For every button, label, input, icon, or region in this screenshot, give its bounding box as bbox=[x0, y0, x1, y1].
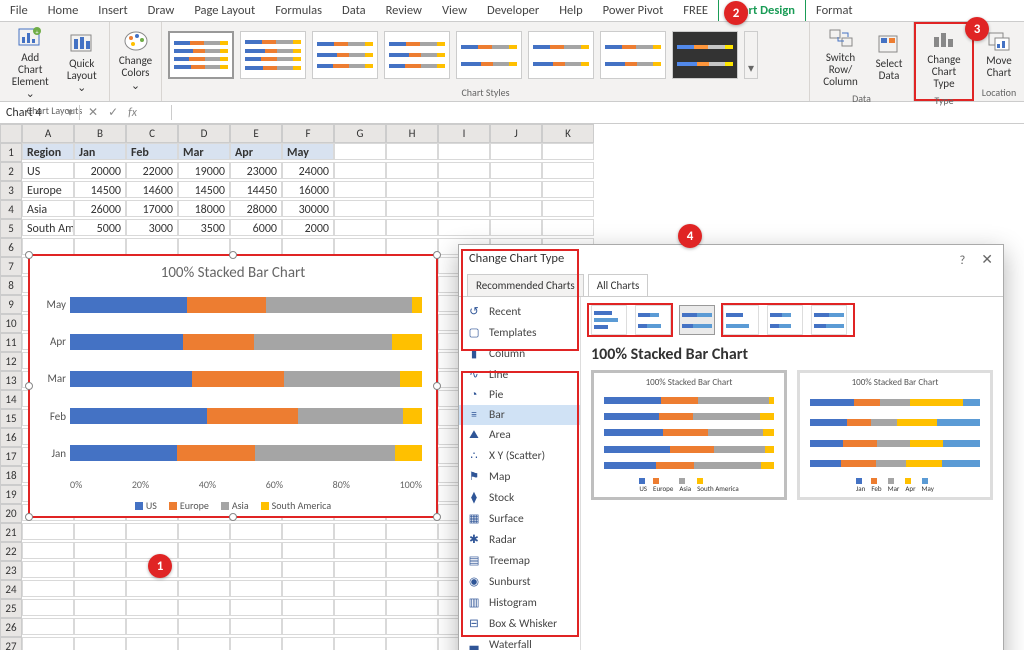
formula-bar: Chart 4▾ ✕ ✓ fx bbox=[0, 102, 1024, 124]
tab-recommended-charts[interactable]: Recommended Charts bbox=[467, 274, 584, 296]
type-surface[interactable]: ▦Surface bbox=[459, 508, 580, 529]
change-type-icon bbox=[930, 28, 958, 52]
subtype-title: 100% Stacked Bar Chart bbox=[591, 345, 993, 364]
group-location: Location bbox=[980, 84, 1018, 99]
subtype-clustered-bar[interactable] bbox=[591, 305, 627, 335]
group-type: Type bbox=[922, 92, 966, 107]
legend[interactable]: USEuropeAsiaSouth America bbox=[30, 493, 436, 512]
switch-icon bbox=[827, 26, 855, 50]
palette-icon bbox=[122, 29, 150, 53]
tab-file[interactable]: File bbox=[0, 0, 38, 21]
style-7[interactable] bbox=[600, 31, 666, 79]
type-waterfall[interactable]: ▃Waterfall bbox=[459, 634, 580, 650]
switch-row-column-button[interactable]: Switch Row/ Column bbox=[816, 24, 865, 90]
chart-title[interactable]: 100% Stacked Bar Chart bbox=[30, 256, 436, 286]
add-chart-element-button[interactable]: + Add Chart Element ⌄ bbox=[6, 24, 54, 102]
tab-formulas[interactable]: Formulas bbox=[265, 0, 332, 21]
subtype-3d-clustered-bar[interactable] bbox=[723, 305, 759, 335]
type-pie[interactable]: ◔Pie bbox=[459, 385, 580, 405]
subtype-stacked-bar[interactable] bbox=[635, 305, 671, 335]
tab-powerpivot[interactable]: Power Pivot bbox=[593, 0, 674, 21]
style-8[interactable] bbox=[672, 31, 738, 79]
type-line[interactable]: ∿Line bbox=[459, 364, 580, 385]
ribbon-tabs: File Home Insert Draw Page Layout Formul… bbox=[0, 0, 1024, 22]
subtype-100-stacked-bar[interactable] bbox=[679, 305, 715, 335]
confirm-icon[interactable]: ✓ bbox=[108, 105, 118, 120]
callout-1: 1 bbox=[148, 554, 172, 578]
tab-developer[interactable]: Developer bbox=[477, 0, 549, 21]
preview-row: 100% Stacked Bar Chart USEuropeAsiaSouth… bbox=[591, 370, 993, 500]
tab-draw[interactable]: Draw bbox=[138, 0, 185, 21]
resize-handle[interactable] bbox=[229, 251, 237, 259]
resize-handle[interactable] bbox=[433, 251, 441, 259]
dialog-title: Change Chart Type bbox=[469, 251, 564, 268]
type-stock[interactable]: ⧫Stock bbox=[459, 487, 580, 508]
type-histogram[interactable]: ▥Histogram bbox=[459, 592, 580, 613]
style-5[interactable] bbox=[456, 31, 522, 79]
chart-element-icon: + bbox=[16, 26, 44, 50]
type-boxwhisker[interactable]: ⊟Box & Whisker bbox=[459, 613, 580, 634]
style-3[interactable] bbox=[312, 31, 378, 79]
style-1[interactable] bbox=[168, 31, 234, 79]
plot-area[interactable]: MayAprMarFebJan bbox=[30, 286, 436, 476]
tab-view[interactable]: View bbox=[432, 0, 477, 21]
callout-3: 3 bbox=[965, 17, 989, 41]
resize-handle[interactable] bbox=[25, 251, 33, 259]
type-recent[interactable]: ↺Recent bbox=[459, 301, 580, 322]
close-icon[interactable]: ✕ bbox=[981, 251, 993, 268]
callout-2: 2 bbox=[724, 1, 748, 25]
group-chart-styles: Chart Styles bbox=[168, 84, 803, 99]
type-radar[interactable]: ✱Radar bbox=[459, 529, 580, 550]
tab-data[interactable]: Data bbox=[332, 0, 376, 21]
type-xyscatter[interactable]: ∴X Y (Scatter) bbox=[459, 445, 580, 466]
subtype-row bbox=[591, 305, 993, 335]
style-4[interactable] bbox=[384, 31, 450, 79]
quick-layout-icon bbox=[68, 32, 96, 56]
name-box[interactable]: Chart 4▾ bbox=[0, 105, 80, 120]
tab-format[interactable]: Format bbox=[806, 0, 863, 21]
tab-free[interactable]: FREE bbox=[673, 0, 718, 21]
type-bar[interactable]: ≡Bar bbox=[459, 405, 580, 425]
tab-review[interactable]: Review bbox=[376, 0, 432, 21]
resize-handle[interactable] bbox=[25, 513, 33, 521]
preview-1[interactable]: 100% Stacked Bar Chart USEuropeAsiaSouth… bbox=[591, 370, 787, 500]
fx-icon[interactable]: fx bbox=[128, 106, 137, 120]
tab-home[interactable]: Home bbox=[38, 0, 89, 21]
svg-text:+: + bbox=[36, 28, 39, 36]
type-map[interactable]: ⚑Map bbox=[459, 466, 580, 487]
chart-object[interactable]: 100% Stacked Bar Chart MayAprMarFebJan 0… bbox=[28, 254, 438, 518]
cancel-icon[interactable]: ✕ bbox=[88, 105, 98, 120]
change-colors-button[interactable]: Change Colors ⌄ bbox=[115, 27, 156, 93]
change-chart-type-button[interactable]: Change Chart Type bbox=[922, 26, 966, 92]
group-data: Data bbox=[816, 90, 907, 105]
type-area[interactable]: ⛰Area bbox=[459, 425, 580, 445]
type-templates[interactable]: ▢Templates bbox=[459, 322, 580, 343]
quick-layout-button[interactable]: Quick Layout ⌄ bbox=[60, 30, 103, 96]
tab-insert[interactable]: Insert bbox=[88, 0, 137, 21]
type-column[interactable]: ▮Column bbox=[459, 343, 580, 364]
subtype-3d-100-stacked-bar[interactable] bbox=[811, 305, 847, 335]
ribbon-body: + Add Chart Element ⌄ Quick Layout ⌄ Cha… bbox=[0, 22, 1024, 102]
subtype-3d-stacked-bar[interactable] bbox=[767, 305, 803, 335]
callout-4: 4 bbox=[678, 224, 702, 248]
resize-handle[interactable] bbox=[433, 513, 441, 521]
chart-type-list: ↺Recent▢Templates▮Column∿Line◔Pie≡Bar⛰Ar… bbox=[459, 297, 581, 650]
style-6[interactable] bbox=[528, 31, 594, 79]
tab-all-charts[interactable]: All Charts bbox=[588, 274, 649, 296]
gallery-more-icon[interactable]: ▾ bbox=[744, 31, 758, 79]
select-data-button[interactable]: Select Data bbox=[871, 30, 907, 84]
resize-handle[interactable] bbox=[229, 513, 237, 521]
chart-styles-gallery[interactable]: ▾ bbox=[168, 24, 803, 84]
preview-2[interactable]: 100% Stacked Bar Chart JanFebMarAprMay bbox=[797, 370, 993, 500]
tab-pagelayout[interactable]: Page Layout bbox=[184, 0, 265, 21]
style-2[interactable] bbox=[240, 31, 306, 79]
move-chart-icon bbox=[985, 29, 1013, 53]
type-treemap[interactable]: ▤Treemap bbox=[459, 550, 580, 571]
select-data-icon bbox=[875, 32, 903, 56]
tab-help[interactable]: Help bbox=[549, 0, 592, 21]
x-axis: 0%20%40%60%80%100% bbox=[30, 476, 436, 493]
type-sunburst[interactable]: ◉Sunburst bbox=[459, 571, 580, 592]
change-chart-type-dialog: Change Chart Type ?✕ Recommended Charts … bbox=[458, 244, 1004, 650]
dialog-help-icon[interactable]: ? bbox=[959, 253, 965, 268]
